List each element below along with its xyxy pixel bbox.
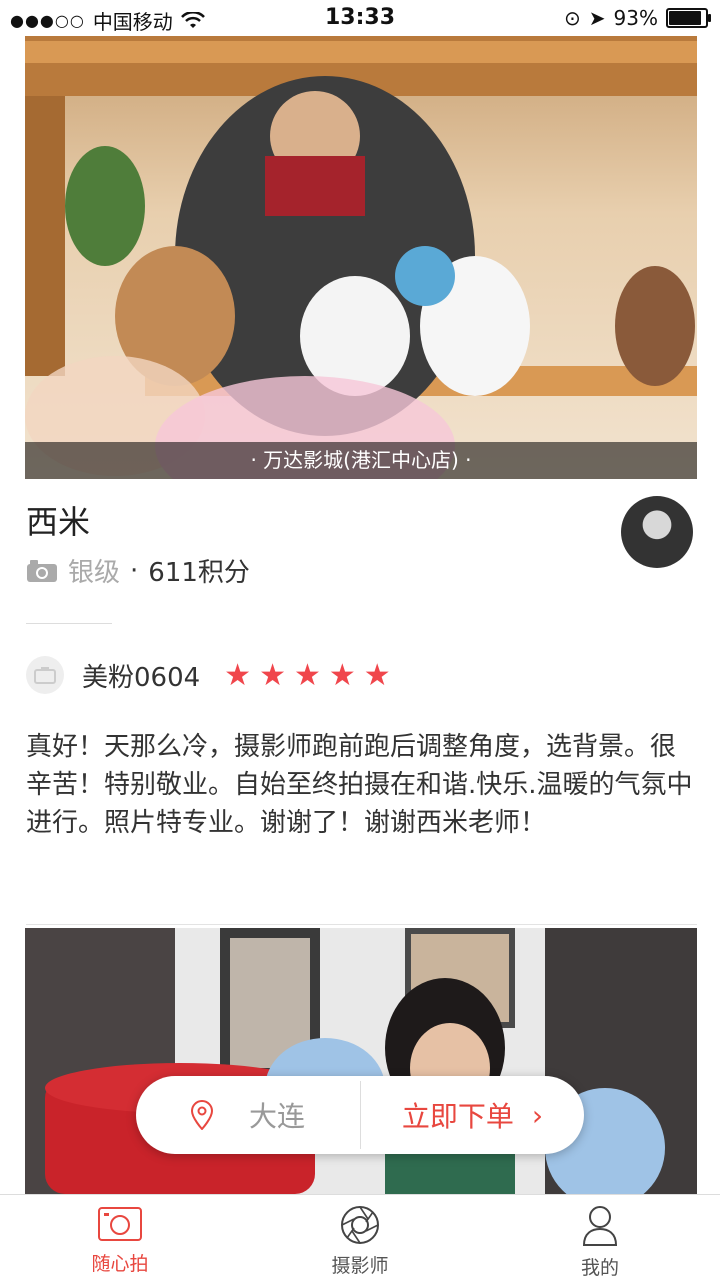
tab-photographer[interactable]: 摄影师 [240,1195,480,1281]
photographer-name[interactable]: 西米 [26,497,90,543]
chevron-right-icon: › [531,1098,544,1132]
status-bar: ●●●○○ 中国移动 13:33 ⊙ ➤ 93% [0,0,720,36]
floating-order-bar: 大连 立即下单 › [136,1076,584,1154]
city-label: 大连 [248,1100,305,1133]
reviewer-avatar [26,656,64,694]
city-selector[interactable]: 大连 [136,1095,360,1135]
review-header: 美粉0604 ★ ★ ★ ★ ★ [26,656,391,694]
meta-separator: · [130,555,139,586]
battery-fill [669,11,701,25]
photo-illustration [25,36,697,479]
divider [26,924,697,925]
tab-label: 随心拍 [91,1253,149,1275]
order-now-label: 立即下单 [401,1100,514,1133]
aperture-icon [341,1206,379,1244]
photo-illustration [25,928,697,1194]
points-label: 611积分 [148,558,250,588]
tab-me[interactable]: 我的 [480,1195,720,1281]
star-icon: ★ [363,657,391,693]
placeholder-avatar-icon [34,667,56,684]
star-icon: ★ [259,657,286,693]
level-label: 银级 [68,558,121,588]
tab-label: 我的 [580,1257,619,1279]
photographer-meta: 银级 · 611积分 [26,552,250,589]
rotation-lock-icon: ⊙ [564,6,581,30]
location-arrow-icon: ➤ [588,6,606,30]
photo-card-image[interactable] [25,36,697,479]
tab-random-shoot[interactable]: 随心拍 [0,1195,240,1281]
camera-badge-icon [27,559,57,582]
battery-percent: 93% [613,6,658,30]
tab-label: 摄影师 [331,1255,389,1277]
star-icon: ★ [328,657,356,693]
battery-icon [666,8,711,28]
location-pin-icon [190,1100,213,1130]
review-text: 真好！天那么冷，摄影师跑前跑后调整角度，选背景。很辛苦！特别敬业。自始至终拍摄在… [26,732,693,838]
divider [26,623,112,624]
photo-card-image[interactable] [25,928,697,1194]
rating-stars: ★ ★ ★ ★ ★ [224,658,391,693]
photographer-avatar[interactable] [621,496,693,568]
location-caption: · 万达影城(港汇中心店) · [25,442,697,479]
order-now-button[interactable]: 立即下单 › [361,1095,584,1135]
star-icon: ★ [224,657,252,693]
reviewer-name: 美粉0604 [82,662,201,693]
user-icon [582,1206,618,1246]
star-icon: ★ [293,657,321,693]
bottom-tab-bar: 随心拍 摄影师 我的 [0,1194,720,1281]
camera-icon [98,1207,142,1241]
